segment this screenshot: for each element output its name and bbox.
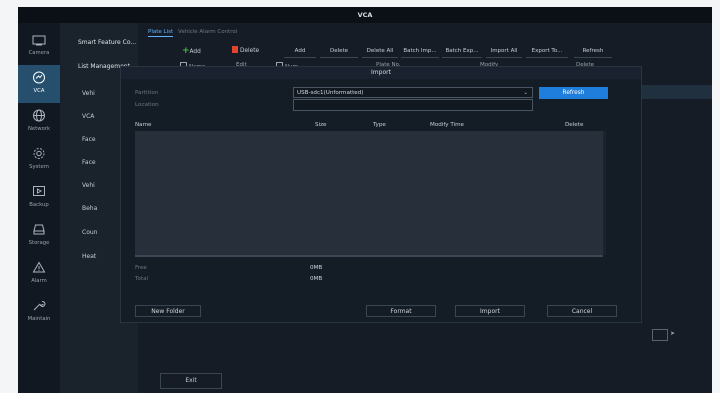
new-folder-button[interactable]: New Folder [135, 305, 201, 317]
plus-icon: + [182, 46, 190, 56]
batch-export-button[interactable]: Batch Exp... [442, 45, 482, 58]
sidebar-item-label: Camera [28, 50, 50, 56]
total-value: 0MB [310, 276, 323, 282]
column-modify-time: Modify Time [430, 122, 465, 128]
sidebar: Camera VCA Network System Backup Storage… [18, 23, 60, 393]
batch-import-button[interactable]: Batch Imp... [401, 45, 439, 58]
sidebar-item-storage[interactable]: Storage [18, 217, 60, 255]
refresh-list-button[interactable]: Refresh [574, 45, 612, 58]
total-label: Total [135, 276, 149, 282]
vertical-scrollbar[interactable] [603, 131, 606, 255]
storage-icon [33, 224, 45, 235]
tab-vehicle-alarm-control[interactable]: Vehicle Alarm Control [178, 29, 237, 35]
horizontal-scrollbar[interactable] [135, 255, 603, 257]
menu-item-smart-feature[interactable]: Smart Feature Co... [78, 39, 138, 46]
sidebar-item-label: Network [27, 126, 51, 132]
sidebar-item-label: Maintain [27, 316, 51, 322]
sidebar-item-maintain[interactable]: Maintain [18, 293, 60, 331]
free-label: Free [135, 265, 147, 271]
column-name: Name [135, 122, 152, 128]
gear-icon [33, 148, 45, 159]
chevron-down-icon: ⌄ [523, 90, 528, 96]
delete-plate-button[interactable]: Delete [320, 45, 358, 58]
go-page-icon[interactable]: ➤ [670, 330, 675, 337]
trash-icon [232, 46, 238, 53]
free-value: 0MB [310, 265, 323, 271]
sidebar-item-camera[interactable]: Camera [18, 29, 60, 67]
sidebar-item-network[interactable]: Network [18, 103, 60, 141]
tab-plate-list[interactable]: Plate List [148, 29, 174, 37]
sidebar-item-label: Backup [29, 202, 49, 208]
sidebar-item-alarm[interactable]: Alarm [18, 255, 60, 293]
sidebar-item-label: Storage [28, 240, 50, 246]
wrench-icon [33, 300, 46, 311]
location-field[interactable] [293, 99, 533, 111]
exit-button[interactable]: Exit [160, 373, 222, 389]
location-label: Location [135, 102, 159, 108]
refresh-button[interactable]: Refresh [539, 87, 608, 99]
app-window: VCA Camera VCA Network System Backup Sto… [18, 7, 712, 393]
window-title: VCA [18, 7, 712, 23]
column-delete: Delete [565, 122, 584, 128]
dialog-title: Import [121, 67, 641, 79]
delete-all-button[interactable]: Delete All [362, 45, 398, 58]
vca-icon [33, 71, 45, 84]
add-list-button[interactable]: +Add [182, 45, 201, 57]
backup-icon [33, 186, 45, 196]
import-all-button[interactable]: Import All [486, 45, 522, 58]
partition-select[interactable]: USB-sdc1(Unformatted) ⌄ [293, 87, 533, 98]
sidebar-item-system[interactable]: System [18, 141, 60, 179]
import-button[interactable]: Import [455, 305, 525, 317]
export-to-button[interactable]: Export To... [526, 45, 568, 58]
format-button[interactable]: Format [366, 305, 436, 317]
sidebar-item-label: VCA [33, 88, 45, 94]
page-number-input[interactable] [652, 329, 668, 341]
import-dialog: Import Partition USB-sdc1(Unformatted) ⌄… [120, 66, 642, 323]
sidebar-item-backup[interactable]: Backup [18, 179, 60, 217]
file-list[interactable] [135, 131, 603, 255]
sidebar-item-vca[interactable]: VCA [18, 65, 60, 103]
network-icon [33, 109, 45, 122]
sidebar-item-label: System [29, 164, 49, 170]
sidebar-item-label: Alarm [31, 278, 47, 284]
delete-list-button[interactable]: Delete [232, 45, 259, 57]
camera-icon [32, 35, 46, 46]
column-size: Size [315, 122, 327, 128]
column-type: Type [373, 122, 386, 128]
alarm-icon [32, 261, 46, 273]
add-plate-button[interactable]: Add [284, 45, 316, 58]
cancel-button[interactable]: Cancel [547, 305, 617, 317]
partition-label: Partition [135, 90, 159, 96]
